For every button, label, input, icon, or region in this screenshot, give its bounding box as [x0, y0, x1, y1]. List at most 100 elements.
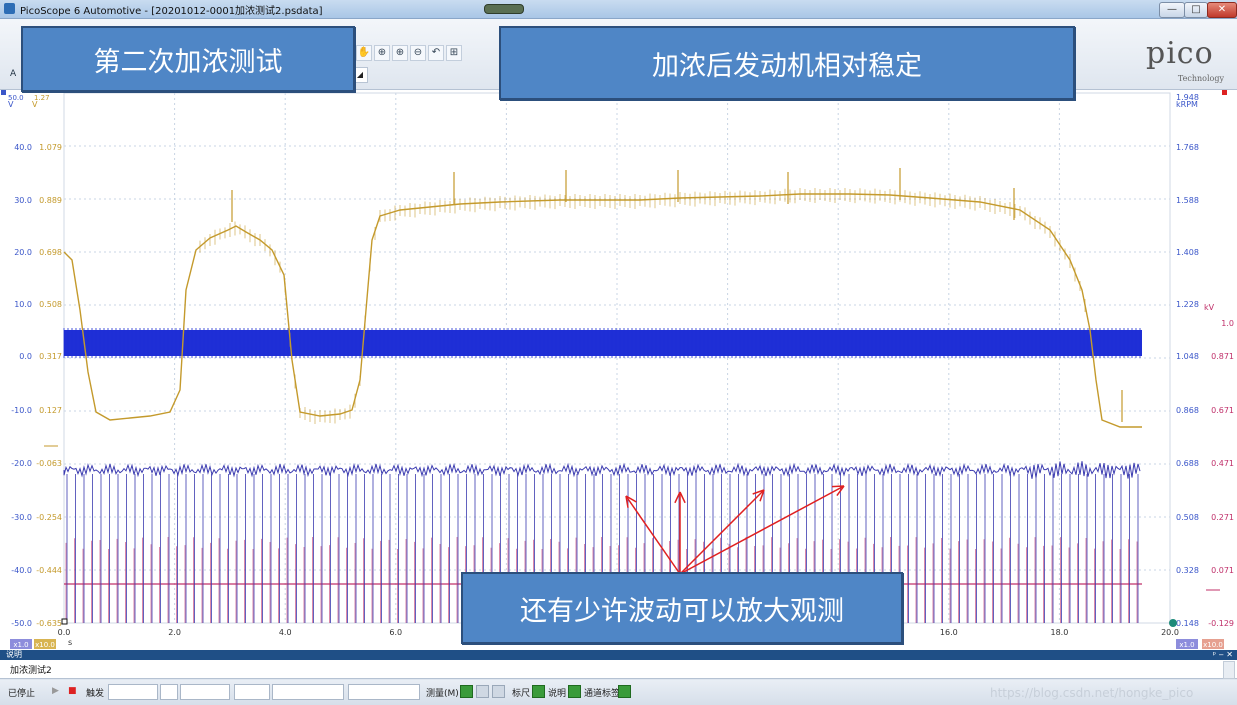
stop-icon[interactable]: ■	[68, 686, 77, 696]
minimize-button[interactable]: —	[1159, 2, 1185, 18]
description-controls: ᵖ ‒ ✕	[1213, 650, 1233, 660]
right-tick-rpm: 1.408	[1176, 248, 1199, 257]
left-tick-b: 0.127	[39, 406, 62, 415]
left-unit-a: V	[8, 100, 14, 109]
measure-label[interactable]: 测量(M)	[426, 686, 459, 699]
right-tick-kv: 0.471	[1211, 459, 1234, 468]
x-tick: 2.0	[168, 628, 181, 637]
right-tick-kv: 0.671	[1211, 406, 1234, 415]
left-tick-b: -0.254	[36, 513, 62, 522]
pin-icon[interactable]: ᵖ	[1213, 650, 1216, 659]
pico-logo: pico Technology	[1146, 36, 1228, 86]
right-tick-kv: 1.0	[1221, 319, 1234, 328]
undo-zoom-icon[interactable]: ↶	[428, 45, 444, 61]
right-tick-kv: 0.271	[1211, 513, 1234, 522]
add-measure-icon[interactable]	[460, 685, 473, 698]
right-tick-kv: -0.129	[1208, 619, 1234, 628]
stopped-label: 已停止	[8, 689, 36, 699]
right-tick-rpm: 1.588	[1176, 196, 1199, 205]
left-tick-b: 1.079	[39, 143, 62, 152]
scope-view[interactable]: 50.0 1.27 V V 40.0 30.0 20.0 10.0 0.0 -10.0 -20.0-…	[0, 90, 1237, 650]
edit-measure-icon[interactable]	[476, 685, 489, 698]
title-bar: PicoScope 6 Automotive - [20201012-0001加…	[0, 0, 1237, 19]
x-unit: s	[68, 638, 72, 647]
channel-labels-icon[interactable]	[618, 685, 631, 698]
description-text: 加浓测试2	[10, 666, 52, 676]
ruler-icon[interactable]	[532, 685, 545, 698]
zoom-badge-left-text: x10.0	[35, 641, 55, 649]
notes-label[interactable]: 说明	[548, 686, 566, 699]
right-tick-kv: 0.071	[1211, 566, 1234, 575]
description-scrollbar[interactable]	[1223, 661, 1235, 679]
play-icon[interactable]: ▶	[52, 686, 59, 696]
left-tick-a: -40.0	[11, 566, 32, 575]
description-header: 说明 ᵖ ‒ ✕	[0, 650, 1237, 660]
left-tick-a: -20.0	[11, 459, 32, 468]
trigger-type-buttons[interactable]	[234, 684, 270, 700]
annotation-arrow-1	[625, 495, 681, 575]
zoom-badge-left-text: x1.0	[13, 641, 28, 649]
left-tick-a: 10.0	[14, 300, 32, 309]
tab-letter[interactable]: A	[10, 69, 16, 79]
zoom-out-icon[interactable]: ⊖	[410, 45, 426, 61]
left-tick-a: 20.0	[14, 248, 32, 257]
logo-word: pico	[1146, 36, 1214, 71]
left-tick-b: 0.317	[39, 352, 62, 361]
left-unit-b: V	[32, 100, 38, 109]
app-icon	[4, 3, 15, 14]
trace-ch-b-noise	[199, 188, 1086, 424]
right-tick-rpm: 0.508	[1176, 513, 1199, 522]
window-title: PicoScope 6 Automotive - [20201012-0001加…	[20, 6, 323, 17]
maximize-button[interactable]: □	[1184, 2, 1208, 18]
zoom-badge-right-text: x1.0	[1179, 641, 1194, 649]
left-tick-a: 30.0	[14, 196, 32, 205]
left-tick-b: -0.635	[36, 619, 62, 628]
delete-measure-icon[interactable]	[492, 685, 505, 698]
ch-d-marker	[1222, 90, 1227, 95]
left-tick-b: 0.508	[39, 300, 62, 309]
left-tick-b: -0.444	[36, 566, 62, 575]
logo-subtitle: Technology	[1177, 74, 1224, 83]
zoom-to-fit-icon[interactable]: ⊞	[446, 45, 462, 61]
channel-labels-label[interactable]: 通道标签	[584, 686, 620, 699]
notes-icon[interactable]	[568, 685, 581, 698]
ruler-handle-right	[1169, 619, 1177, 627]
status-bar: 已停止 ▶ ■ 触发 测量(M) 标尺 说明 通道标签 https://blog…	[0, 680, 1237, 705]
x-tick: 0.0	[58, 628, 71, 637]
right-tick-rpm: 0.148	[1176, 619, 1199, 628]
right-tick-rpm: 1.228	[1176, 300, 1199, 309]
collapse-icon[interactable]: ‒	[1219, 650, 1224, 659]
callout-second-enrichment-test: 第二次加浓测试	[21, 26, 355, 92]
watermark: https://blog.csdn.net/hongke_pico	[990, 686, 1194, 700]
description-field[interactable]: 加浓测试2	[0, 660, 1237, 679]
x-tick: 20.0	[1161, 628, 1179, 637]
close-panel-icon[interactable]: ✕	[1226, 650, 1233, 659]
right-tick-rpm: 1.048	[1176, 352, 1199, 361]
status-pill	[484, 4, 524, 14]
trigger-mode-select[interactable]	[108, 684, 158, 700]
zoom-toolbar: ✋ ⊕ ⊕ ⊖ ↶ ⊞	[356, 45, 462, 61]
close-button[interactable]: ✕	[1207, 2, 1237, 18]
zoom-in-icon[interactable]: ⊕	[374, 45, 390, 61]
x-tick: 4.0	[279, 628, 292, 637]
right-tick-rpm: 0.688	[1176, 459, 1199, 468]
pretrigger-field[interactable]	[348, 684, 420, 700]
zoom-in-alt-icon[interactable]: ⊕	[392, 45, 408, 61]
left-tick-a: -50.0	[11, 619, 32, 628]
right-unit-kv: kV	[1204, 303, 1215, 312]
hand-tool-icon[interactable]: ✋	[356, 45, 372, 61]
annotation-arrow-3	[679, 489, 765, 575]
x-tick: 6.0	[389, 628, 402, 637]
left-tick-a: 40.0	[14, 143, 32, 152]
left-tick-b: 0.889	[39, 196, 62, 205]
trigger-level-field[interactable]	[272, 684, 344, 700]
description-title: 说明	[6, 650, 22, 659]
right-tick-rpm: 1.768	[1176, 143, 1199, 152]
callout-engine-stable: 加浓后发动机相对稳定	[499, 26, 1075, 100]
callout-small-fluctuation: 还有少许波动可以放大观测	[461, 572, 903, 644]
left-tick-a: -30.0	[11, 513, 32, 522]
scope-plot[interactable]: 50.0 1.27V V40.030.020.010.00.0-10.0-20.0-…	[0, 90, 1237, 650]
ruler-label[interactable]: 标尺	[512, 686, 530, 699]
trigger-edge-button[interactable]	[160, 684, 178, 700]
trigger-source-select[interactable]	[180, 684, 230, 700]
